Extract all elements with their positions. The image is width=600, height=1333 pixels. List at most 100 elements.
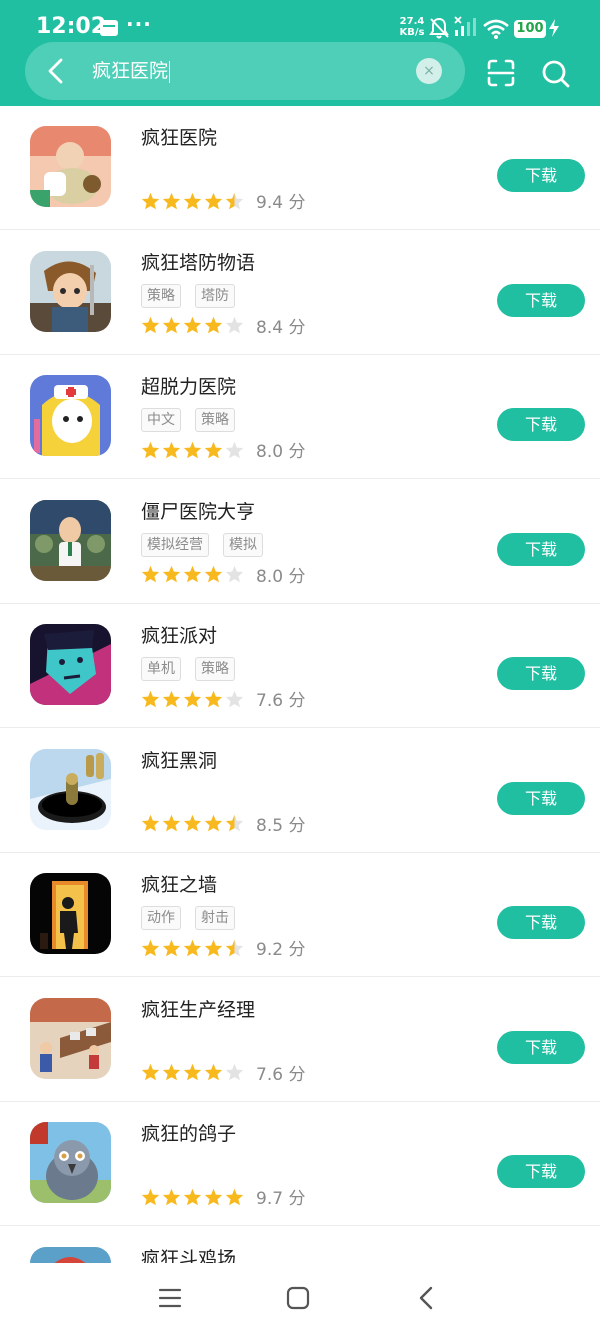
star-icon	[162, 316, 181, 334]
hospital-game-icon[interactable]	[30, 126, 111, 207]
app-name[interactable]: 疯狂黑洞	[141, 747, 217, 775]
app-list-item[interactable]: 疯狂派对单机 策略 7.6 分 下载	[0, 604, 600, 728]
star-icon	[183, 192, 202, 209]
download-button[interactable]: 下载	[497, 1155, 585, 1188]
black-hole-icon[interactable]	[30, 748, 111, 830]
factory-workers-icon[interactable]	[30, 997, 111, 1079]
menu-icon[interactable]	[158, 1287, 182, 1309]
app-name[interactable]: 超脱力医院	[141, 373, 236, 401]
pigeon-icon[interactable]	[30, 1122, 111, 1203]
app-list-item[interactable]: 疯狂之墙动作 射击 9.2 分 下载	[0, 853, 600, 977]
star-icon	[183, 565, 202, 583]
battery-level: 100	[514, 20, 546, 38]
network-speed-value: 27.4	[399, 16, 425, 27]
star-icon	[183, 441, 202, 458]
back-triangle-icon[interactable]	[416, 1285, 436, 1311]
rating-score: 9.7 分	[256, 1184, 305, 1209]
download-button[interactable]: 下载	[497, 657, 585, 690]
app-list-item[interactable]: 疯狂生产经理 7.6 分 下载	[0, 978, 600, 1102]
rating-score: 7.6 分	[256, 1060, 305, 1085]
star-icon	[225, 814, 244, 832]
star-icon	[204, 1188, 223, 1205]
star-icon	[183, 1188, 202, 1205]
rating-value: 7.6	[256, 1064, 284, 1085]
nurse-character-icon[interactable]	[30, 375, 111, 456]
download-button[interactable]: 下载	[497, 408, 585, 441]
rating-score: 8.0 分	[256, 562, 305, 587]
app-tag: 中文	[141, 408, 181, 432]
app-name[interactable]: 疯狂派对	[141, 622, 217, 650]
back-button[interactable]	[40, 54, 74, 88]
app-list-item[interactable]: 疯狂塔防物语 策略 塔防 8.4 分 下载	[0, 231, 600, 355]
home-square-icon[interactable]	[286, 1286, 310, 1310]
app-name[interactable]: 疯狂医院	[141, 124, 217, 152]
star-icon	[162, 814, 181, 832]
search-button[interactable]	[540, 58, 572, 90]
cockfight-icon[interactable]	[30, 1246, 111, 1264]
app-name[interactable]: 疯狂之墙	[141, 871, 217, 899]
app-name[interactable]: 僵尸医院大亨	[141, 498, 255, 526]
download-button[interactable]: 下载	[497, 283, 585, 317]
app-name[interactable]: 疯狂斗鸡场	[141, 1245, 236, 1264]
rating-value: 7.6	[256, 691, 284, 711]
network-speed-unit: KB/s	[399, 27, 425, 38]
download-button[interactable]: 下载	[497, 781, 585, 815]
text-caret	[169, 60, 171, 83]
tower-defense-hero-icon[interactable]	[30, 250, 111, 332]
download-button[interactable]: 下载	[497, 532, 585, 566]
app-rating: 8.5 分	[141, 811, 305, 836]
clear-search-button[interactable]: ×	[416, 58, 442, 84]
star-icon	[141, 316, 160, 334]
doorway-silhouette-icon[interactable]	[30, 873, 111, 954]
app-list-item[interactable]: 僵尸医院大亨 模拟经营 模拟 8.0 分 下载	[0, 480, 600, 604]
app-list-item[interactable]: 疯狂的鸽子 9.7 分 下载	[0, 1102, 600, 1226]
zombie-doctor-icon[interactable]	[30, 499, 111, 581]
star-icon	[141, 939, 160, 956]
app-tag: 塔防	[195, 283, 235, 308]
star-icon	[225, 1063, 244, 1081]
charging-icon	[549, 19, 559, 37]
app-name[interactable]: 疯狂生产经理	[141, 996, 255, 1024]
app-list-item[interactable]: 超脱力医院 中文 策略 8.0 分 下载	[0, 355, 600, 479]
star-icon	[183, 814, 202, 832]
app-list-item[interactable]: 疯狂黑洞 8.5 分 下载	[0, 729, 600, 853]
rating-unit: 分	[288, 691, 306, 711]
search-query: 疯狂医院	[92, 60, 169, 82]
app-tags: 中文 策略	[141, 408, 249, 432]
status-time: 12:02	[36, 14, 107, 39]
app-header: 12:02 ··· 27.4 KB/s 100 疯狂医院 ×	[0, 0, 600, 106]
star-icon	[183, 316, 202, 334]
app-list-item[interactable]: 疯狂医院 9.4 分 下载	[0, 106, 600, 230]
star-icon	[183, 939, 202, 956]
chevron-left-icon	[48, 58, 63, 84]
app-rating: 7.6 分	[141, 1060, 305, 1085]
star-icon	[225, 690, 244, 707]
rating-unit: 分	[288, 442, 306, 462]
download-button[interactable]: 下载	[497, 906, 585, 939]
download-button[interactable]: 下载	[497, 159, 585, 192]
app-tag: 策略	[141, 283, 181, 308]
download-button[interactable]: 下载	[497, 1030, 585, 1064]
scan-button[interactable]	[486, 58, 516, 88]
notification-app-icon	[100, 20, 118, 36]
app-rating: 9.7 分	[141, 1184, 305, 1209]
star-icon	[183, 1063, 202, 1081]
app-name[interactable]: 疯狂的鸽子	[141, 1120, 236, 1148]
star-icon	[141, 192, 160, 209]
app-tags: 动作 射击	[141, 906, 249, 930]
app-tags: 单机 策略	[141, 657, 249, 681]
star-icon	[162, 1188, 181, 1205]
search-icon	[542, 60, 570, 88]
rating-value: 9.2	[256, 940, 284, 960]
neon-face-icon[interactable]	[30, 624, 111, 705]
search-input[interactable]: 疯狂医院	[92, 58, 171, 84]
app-name[interactable]: 疯狂塔防物语	[141, 249, 255, 277]
app-tag: 模拟	[223, 532, 263, 557]
app-list-item[interactable]: 疯狂斗鸡场	[0, 1227, 600, 1264]
star-icon	[225, 1188, 244, 1205]
star-icon	[204, 316, 223, 334]
signal-icon	[454, 16, 476, 36]
rating-score: 9.2 分	[256, 935, 305, 960]
app-tag: 动作	[141, 906, 181, 930]
search-results-list[interactable]: 疯狂医院 9.4 分下载 疯狂塔防物语 策略 塔防 8.4 分下载 超脱力医院 中文 策略 8.0…	[0, 106, 600, 1263]
